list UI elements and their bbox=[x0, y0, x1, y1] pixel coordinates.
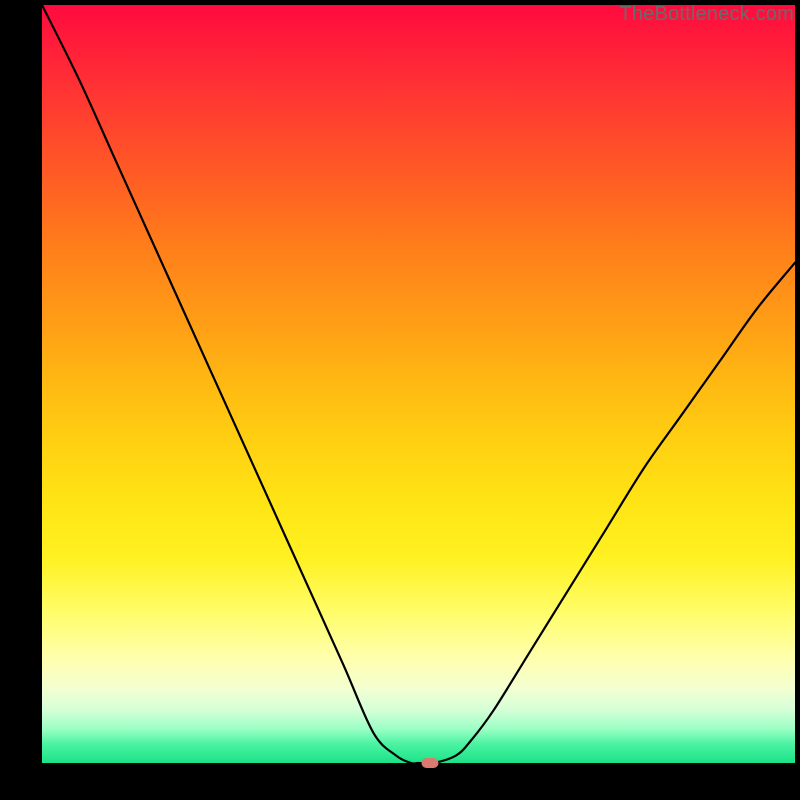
watermark-text: TheBottleneck.com bbox=[619, 3, 794, 26]
optimal-marker bbox=[421, 758, 438, 768]
plot-area bbox=[42, 5, 795, 763]
chart-frame: TheBottleneck.com bbox=[0, 0, 800, 800]
bottleneck-curve bbox=[42, 5, 795, 763]
curve-path bbox=[42, 5, 795, 763]
